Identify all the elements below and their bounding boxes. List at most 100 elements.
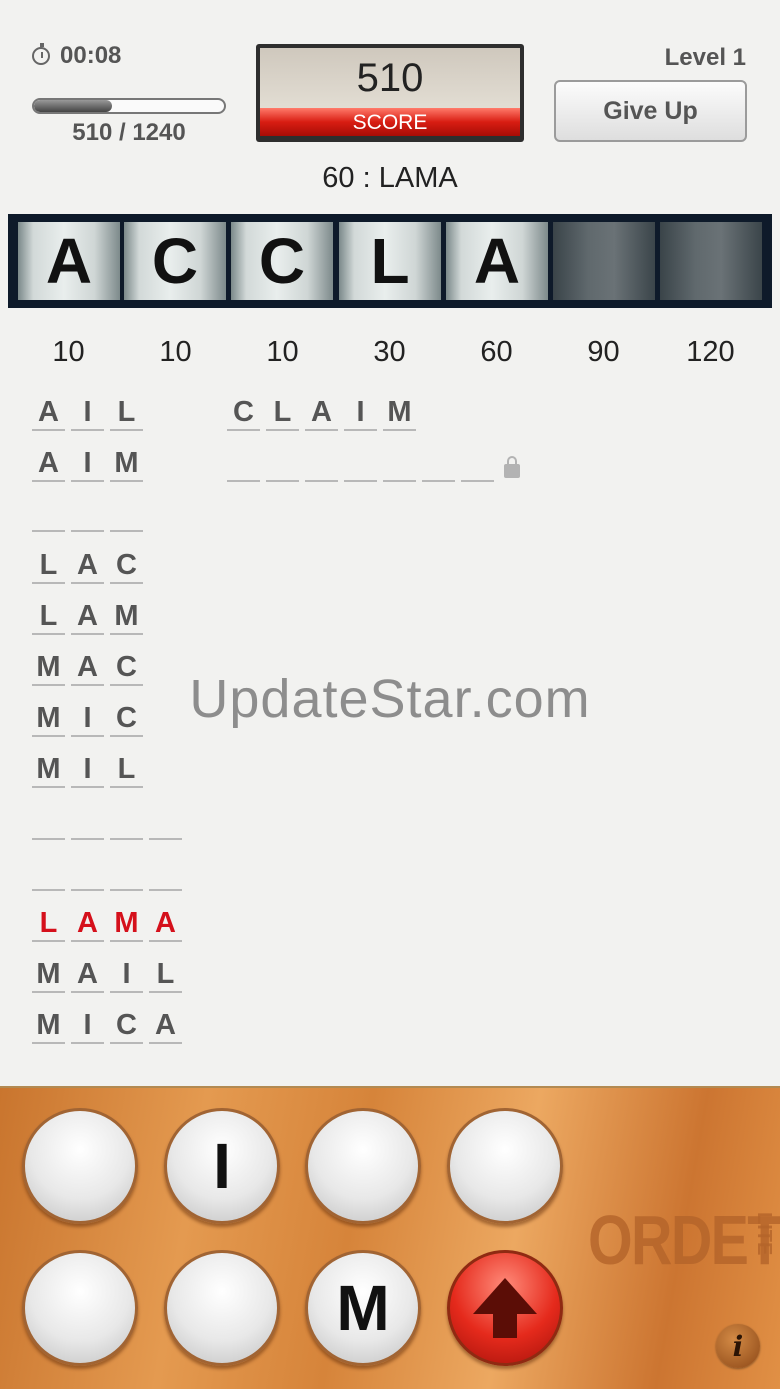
word-letter-slot: I [110, 957, 143, 993]
points-label: 10 [52, 336, 85, 368]
word-letter-slot: M [32, 701, 65, 737]
letter-tile[interactable]: L [339, 222, 441, 300]
word-letter-slot: L [32, 599, 65, 635]
word-row: MIC [32, 701, 149, 737]
word-letter-slot [344, 446, 377, 482]
points-label: 10 [266, 336, 299, 368]
word-letter-slot: M [32, 1008, 65, 1044]
word-row [32, 804, 188, 840]
word-letter-slot: M [32, 957, 65, 993]
points-label: 30 [373, 336, 406, 368]
word-row [32, 496, 149, 532]
word-letter-slot: C [110, 650, 143, 686]
letter-tile[interactable]: C [231, 222, 333, 300]
word-row: LAM [32, 599, 149, 635]
word-letter-slot: C [227, 395, 260, 431]
word-letter-slot: A [71, 599, 104, 635]
word-row [227, 446, 520, 482]
empty-key[interactable] [22, 1250, 138, 1366]
letter-key[interactable]: I [164, 1108, 280, 1224]
info-button[interactable]: i [716, 1324, 760, 1368]
word-letter-slot: L [149, 957, 182, 993]
score-value: 510 [356, 56, 424, 100]
give-up-button[interactable]: Give Up [554, 80, 747, 142]
word-letter-slot: M [32, 650, 65, 686]
timer-value: 00:08 [60, 42, 122, 69]
empty-key[interactable] [447, 1108, 563, 1224]
word-letter-slot: M [32, 752, 65, 788]
word-row: MIL [32, 752, 149, 788]
progress-fill [34, 100, 112, 112]
word-letter-slot: A [149, 906, 182, 942]
word-letter-slot [32, 804, 65, 840]
empty-tile-slot[interactable] [660, 222, 762, 300]
level-indicator: Level 1 [664, 44, 746, 71]
word-letter-slot: M [110, 599, 143, 635]
word-letter-slot: L [32, 548, 65, 584]
word-letter-slot [110, 804, 143, 840]
empty-key[interactable] [305, 1108, 421, 1224]
word-row [32, 855, 188, 891]
word-row: CLAIM [227, 395, 422, 431]
letter-tile[interactable]: A [446, 222, 548, 300]
empty-key[interactable] [22, 1108, 138, 1224]
word-letter-slot: M [110, 446, 143, 482]
points-label: 120 [686, 336, 735, 368]
stopwatch-icon [32, 43, 50, 65]
word-row: LAMA [32, 906, 188, 942]
word-row: MAC [32, 650, 149, 686]
points-label: 10 [159, 336, 192, 368]
word-letter-slot: C [110, 701, 143, 737]
word-letter-slot: I [71, 446, 104, 482]
word-letter-slot: L [110, 752, 143, 788]
word-letter-slot: I [71, 1008, 104, 1044]
word-letter-slot: C [110, 548, 143, 584]
word-row: LAC [32, 548, 149, 584]
word-row: AIM [32, 446, 149, 482]
lock-icon [504, 456, 520, 478]
word-row: MAIL [32, 957, 188, 993]
word-letter-slot: A [305, 395, 338, 431]
word-letter-slot: I [71, 701, 104, 737]
empty-key[interactable] [164, 1250, 280, 1366]
word-letter-slot [71, 496, 104, 532]
word-letter-slot: I [71, 395, 104, 431]
word-letter-slot [266, 446, 299, 482]
word-letter-slot: I [71, 752, 104, 788]
word-letter-slot [227, 446, 260, 482]
word-letter-slot: L [110, 395, 143, 431]
word-letter-slot [422, 446, 455, 482]
score-label: SCORE [352, 111, 428, 134]
word-letter-slot [461, 446, 494, 482]
letter-key[interactable]: M [305, 1250, 421, 1366]
word-letter-slot: A [71, 957, 104, 993]
up-arrow-icon [473, 1278, 537, 1338]
empty-tile-slot[interactable] [553, 222, 655, 300]
word-row: AIL [32, 395, 149, 431]
progress-text: 510 / 1240 [72, 119, 186, 146]
points-label: 90 [587, 336, 620, 368]
word-letter-slot [110, 496, 143, 532]
word-letter-slot [383, 446, 416, 482]
word-letter-slot: A [32, 446, 65, 482]
word-letter-slot: C [110, 1008, 143, 1044]
word-letter-slot [149, 855, 182, 891]
letter-tile[interactable]: C [124, 222, 226, 300]
word-letter-slot [71, 804, 104, 840]
letter-tile[interactable]: A [18, 222, 120, 300]
word-letter-slot: L [32, 906, 65, 942]
word-letter-slot: A [71, 548, 104, 584]
score-panel: 510 SCORE [256, 44, 524, 142]
word-letter-slot [149, 804, 182, 840]
word-letter-slot: A [71, 650, 104, 686]
progress-bar [32, 98, 226, 114]
word-letter-slot [71, 855, 104, 891]
timer: 00:08 [32, 42, 121, 70]
word-letter-slot [32, 855, 65, 891]
last-word-found: 60 : LAMA [322, 162, 458, 194]
word-letter-slot [110, 855, 143, 891]
letter-tray: ACCLA [8, 214, 772, 308]
word-letter-slot: L [266, 395, 299, 431]
points-label: 60 [480, 336, 513, 368]
submit-button[interactable] [447, 1250, 563, 1366]
